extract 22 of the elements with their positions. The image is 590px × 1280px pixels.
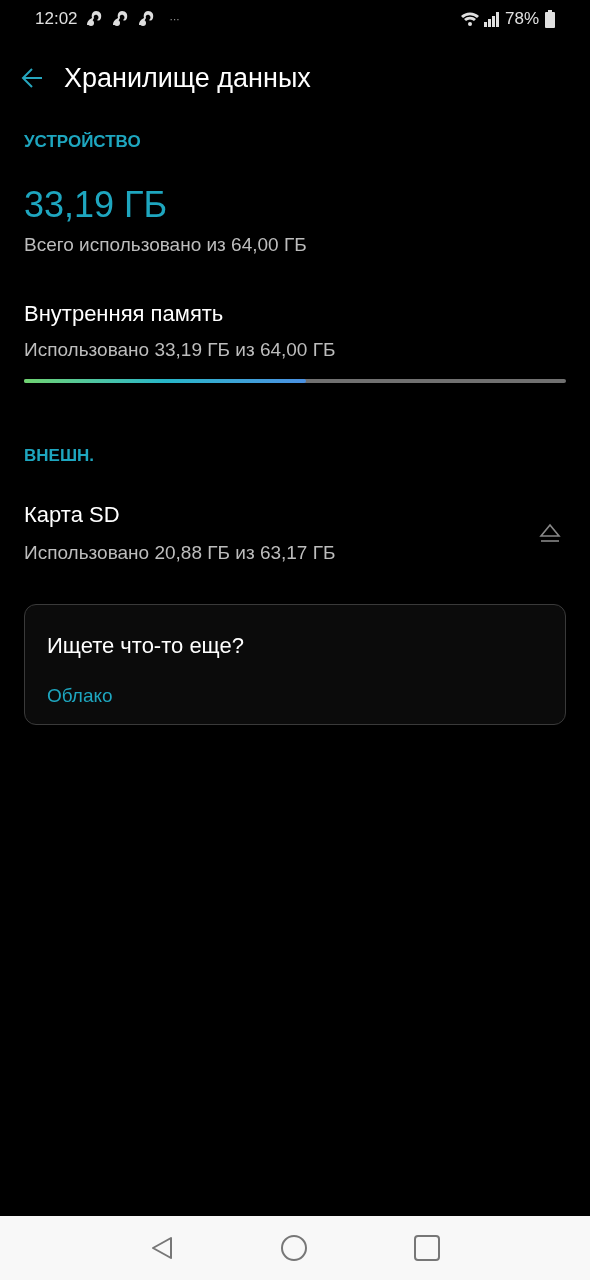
status-time: 12:02 <box>35 8 78 31</box>
back-button[interactable] <box>20 66 44 90</box>
page-title: Хранилище данных <box>64 61 311 95</box>
signal-icon <box>482 11 501 27</box>
used-amount: 33,19 ГБ <box>24 184 169 225</box>
eject-button[interactable] <box>538 521 562 544</box>
back-nav-icon[interactable] <box>149 1235 175 1261</box>
storage-usage: Использовано 20,88 ГБ из 63,17 ГБ <box>24 541 337 565</box>
section-header: УСТРОЙСТВО <box>24 131 142 153</box>
suggestion-title: Ищете что-то еще? <box>47 631 245 660</box>
section-header: ВНЕШН. <box>24 444 95 467</box>
battery-icon <box>545 10 555 28</box>
home-nav-icon[interactable] <box>280 1234 308 1262</box>
wifi-icon <box>459 11 480 27</box>
used-summary: Всего использовано из 64,00 ГБ <box>24 232 308 257</box>
battery-percent: 78% <box>504 8 539 31</box>
storage-name[interactable]: Внутренняя память <box>24 297 566 330</box>
storage-usage: Использовано 33,19 ГБ из 64,00 ГБ <box>24 338 337 362</box>
recents-nav-icon[interactable] <box>413 1234 441 1262</box>
cloud-link[interactable]: Облако <box>47 681 543 710</box>
storage-name[interactable]: Карта SD <box>24 498 538 531</box>
more-notifications: ··· <box>169 12 180 27</box>
